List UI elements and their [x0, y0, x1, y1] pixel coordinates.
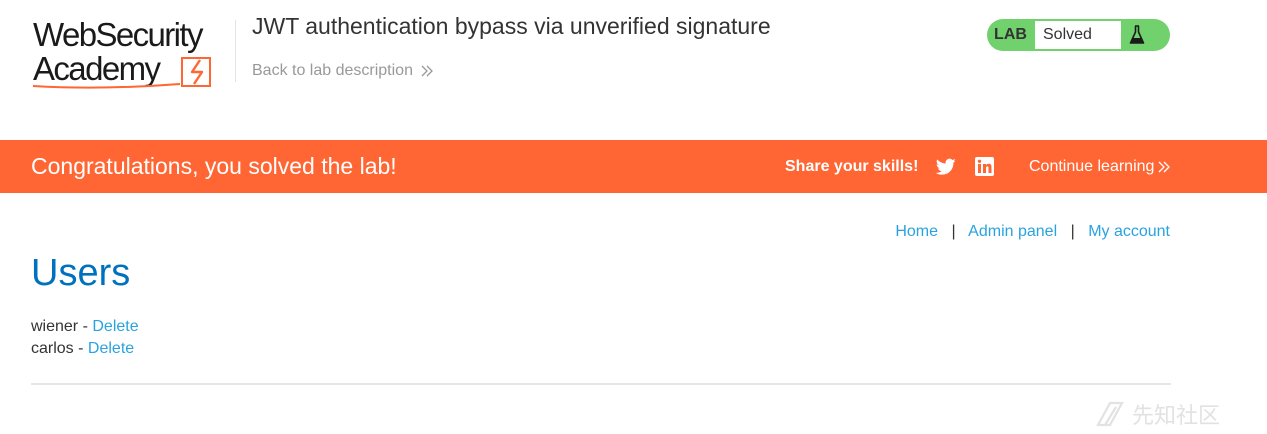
username: wiener	[31, 318, 79, 335]
back-to-lab-description-link[interactable]: Back to lab description	[252, 61, 434, 81]
nav-separator: |	[1070, 223, 1075, 240]
user-row: carlos - Delete	[31, 338, 139, 360]
flask-icon	[1123, 19, 1151, 51]
back-link-label: Back to lab description	[252, 62, 413, 79]
nav-my-account-link[interactable]: My account	[1088, 223, 1170, 240]
share-skills-label: Share your skills!	[785, 158, 919, 175]
logo-divider	[235, 20, 236, 82]
content-divider	[31, 383, 1171, 385]
user-row: wiener - Delete	[31, 316, 139, 338]
double-chevron-right-icon	[421, 65, 433, 77]
lab-status-state: Solved	[1035, 21, 1121, 49]
logo-graphic: WebSecurity Academy	[32, 18, 211, 89]
twitter-icon[interactable]	[935, 157, 956, 177]
username: carlos	[31, 340, 74, 357]
top-navigation: Home | Admin panel | My account	[895, 222, 1170, 242]
lab-tag: LAB	[994, 26, 1027, 43]
nav-admin-panel-link[interactable]: Admin panel	[968, 223, 1057, 240]
continue-learning-label: Continue learning	[1029, 158, 1155, 175]
solved-banner: Congratulations, you solved the lab! Sha…	[0, 140, 1267, 193]
user-separator: -	[78, 340, 84, 357]
linkedin-icon[interactable]	[975, 157, 995, 177]
watermark-text: 先知社区	[1132, 404, 1221, 429]
logo-line2: Academy	[33, 50, 161, 87]
user-separator: -	[82, 318, 88, 335]
double-chevron-right-icon	[1158, 161, 1171, 172]
page-header: WebSecurity Academy JWT authentication b…	[0, 0, 1267, 140]
watermark-logo-icon	[1096, 401, 1124, 427]
users-list: wiener - Delete carlos - Delete	[31, 316, 139, 360]
nav-home-link[interactable]: Home	[895, 223, 938, 240]
delete-user-link[interactable]: Delete	[88, 340, 134, 357]
lab-title: JWT authentication bypass via unverified…	[252, 13, 771, 39]
logo-line1: WebSecurity	[33, 18, 204, 53]
congratulations-message: Congratulations, you solved the lab!	[31, 153, 397, 179]
nav-separator: |	[951, 223, 956, 240]
lab-status-widget: LAB Solved	[987, 19, 1170, 51]
delete-user-link[interactable]: Delete	[92, 318, 138, 335]
page-title: Users	[31, 252, 131, 294]
site-watermark: 先知社区	[1096, 398, 1220, 430]
continue-learning-link[interactable]: Continue learning	[1029, 140, 1171, 193]
web-security-academy-logo[interactable]: WebSecurity Academy	[32, 18, 237, 90]
